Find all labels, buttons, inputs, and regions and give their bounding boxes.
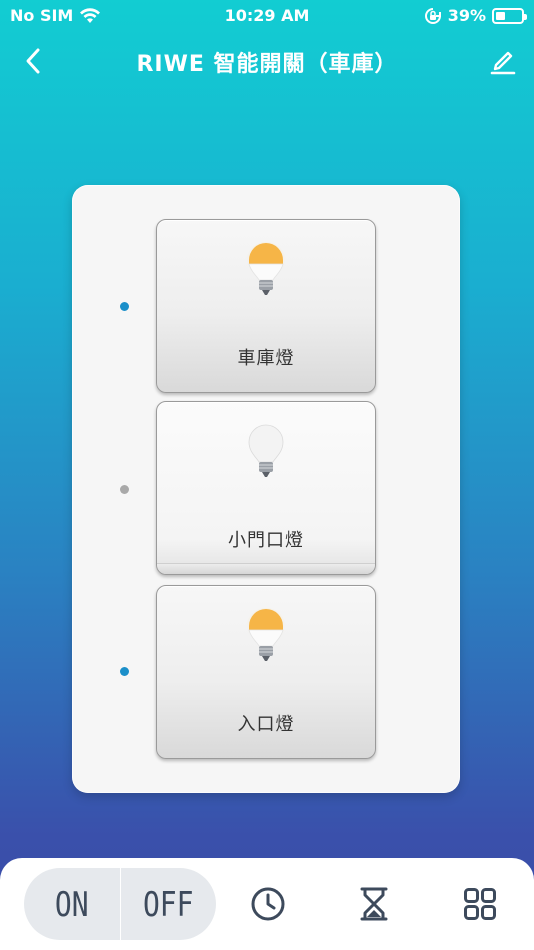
switch-key-3[interactable]: 入口燈	[156, 585, 376, 759]
indicator-light-3	[120, 667, 129, 676]
switch-panel: 車庫燈 小門口燈 入口燈	[72, 185, 460, 793]
bottom-toolbar: ON OFF	[0, 858, 534, 950]
scene-grid-button[interactable]	[460, 884, 500, 924]
clock-icon	[251, 887, 285, 921]
rotation-lock-icon	[424, 7, 441, 24]
pencil-icon	[490, 51, 516, 75]
switch-key-2[interactable]: 小門口燈	[156, 401, 376, 575]
light-bulb-on-icon	[246, 608, 286, 661]
schedule-button[interactable]	[248, 884, 288, 924]
light-bulb-on-icon	[246, 242, 286, 295]
battery-icon	[492, 7, 527, 24]
all-off-button[interactable]: OFF	[121, 861, 217, 947]
page-title: RIWE 智能開關（車庫）	[136, 52, 398, 77]
switch-key-label: 車庫燈	[237, 348, 295, 369]
indicator-light-1	[120, 302, 129, 311]
battery-fill	[496, 11, 505, 20]
grid-icon	[464, 888, 496, 920]
switch-key-1[interactable]: 車庫燈	[156, 219, 376, 393]
battery-percent: 39%	[447, 6, 486, 25]
edit-button[interactable]	[486, 44, 520, 78]
status-bar: No SIM 10:29 AM 39%	[0, 0, 534, 32]
timer-button[interactable]	[354, 884, 394, 924]
switch-key-label: 入口燈	[237, 714, 295, 735]
all-on-button[interactable]: ON	[24, 861, 120, 947]
header: RIWE 智能開關（車庫）	[0, 40, 534, 84]
light-bulb-off-icon	[248, 424, 284, 477]
indicator-light-2	[120, 485, 129, 494]
switch-key-label: 小門口燈	[228, 530, 304, 551]
on-off-toggle: ON OFF	[24, 868, 216, 940]
hourglass-icon	[360, 887, 388, 921]
status-right: 39%	[424, 6, 527, 25]
